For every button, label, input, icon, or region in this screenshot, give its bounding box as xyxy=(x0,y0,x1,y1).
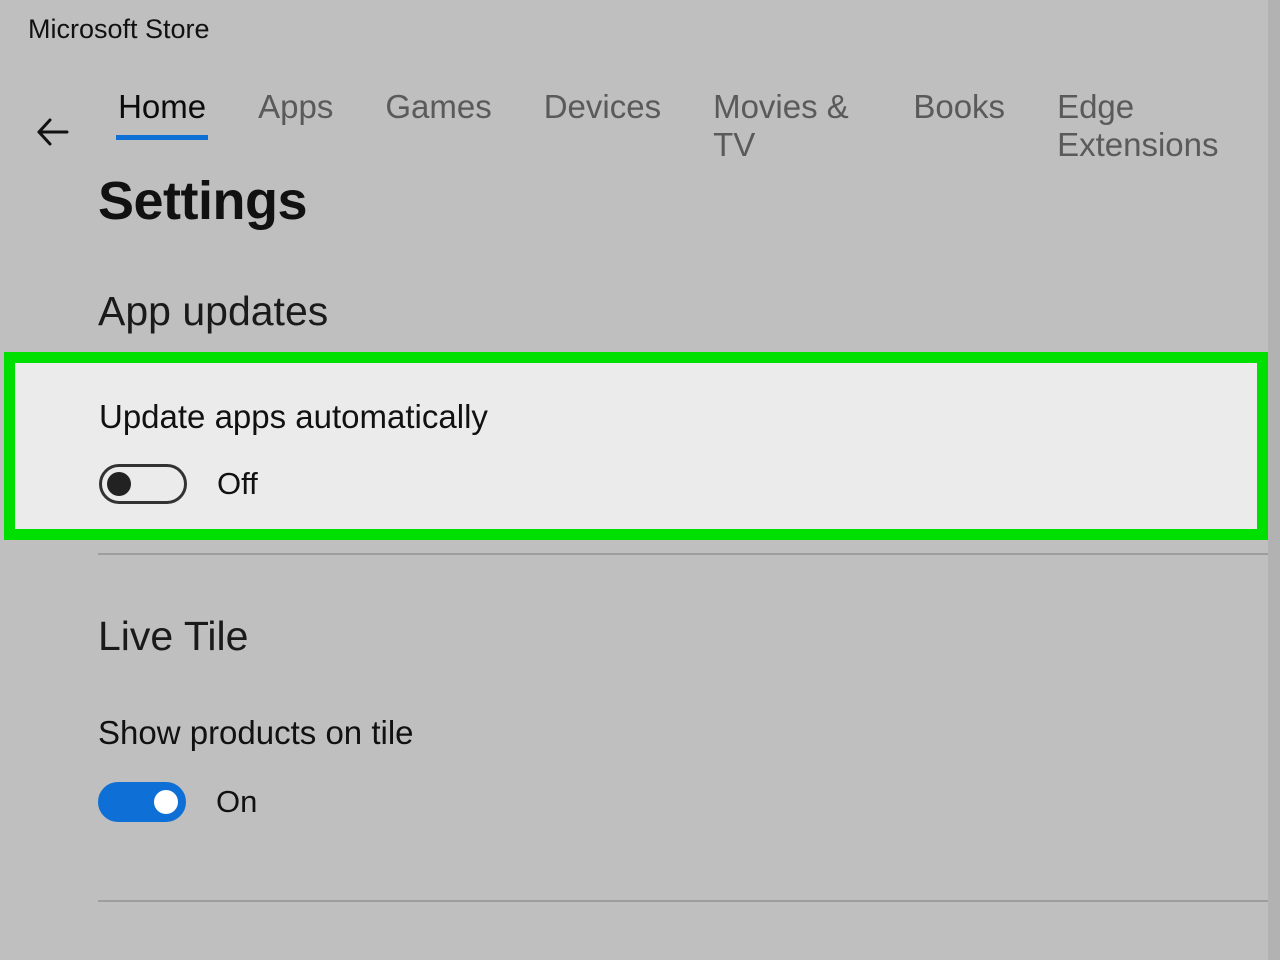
arrow-left-icon xyxy=(35,114,71,150)
live-tile-setting: Show products on tile On xyxy=(98,714,414,822)
tab-apps[interactable]: Apps xyxy=(256,86,335,140)
toggle-show-products-on-tile[interactable] xyxy=(98,782,186,822)
section-divider xyxy=(98,900,1268,902)
setting-label-update-apps-automatically: Update apps automatically xyxy=(99,398,1183,436)
section-heading-app-updates: App updates xyxy=(98,288,328,335)
page-title: Settings xyxy=(98,170,307,232)
toggle-state-update-apps-automatically: Off xyxy=(217,466,258,502)
toggle-knob-icon xyxy=(154,790,178,814)
section-divider xyxy=(98,553,1268,555)
tab-games[interactable]: Games xyxy=(383,86,493,140)
tab-edge-extensions[interactable]: Edge Extensions xyxy=(1055,86,1256,178)
tab-devices[interactable]: Devices xyxy=(542,86,663,140)
tab-books[interactable]: Books xyxy=(911,86,1007,140)
tab-movies-tv[interactable]: Movies & TV xyxy=(711,86,863,178)
toggle-update-apps-automatically[interactable] xyxy=(99,464,187,504)
app-title: Microsoft Store xyxy=(28,14,210,45)
highlighted-setting-app-updates: Update apps automatically Off xyxy=(4,352,1268,540)
setting-label-show-products-on-tile: Show products on tile xyxy=(98,714,414,752)
back-button[interactable] xyxy=(28,105,78,159)
toggle-knob-icon xyxy=(107,472,131,496)
toggle-state-show-products-on-tile: On xyxy=(216,784,257,820)
top-nav: Home Apps Games Devices Movies & TV Book… xyxy=(28,86,1256,178)
toggle-row-show-products-on-tile: On xyxy=(98,782,414,822)
tab-home[interactable]: Home xyxy=(116,86,208,140)
toggle-row-update-apps-automatically: Off xyxy=(99,464,1183,504)
section-heading-live-tile: Live Tile xyxy=(98,613,248,660)
nav-tabs: Home Apps Games Devices Movies & TV Book… xyxy=(116,86,1256,178)
